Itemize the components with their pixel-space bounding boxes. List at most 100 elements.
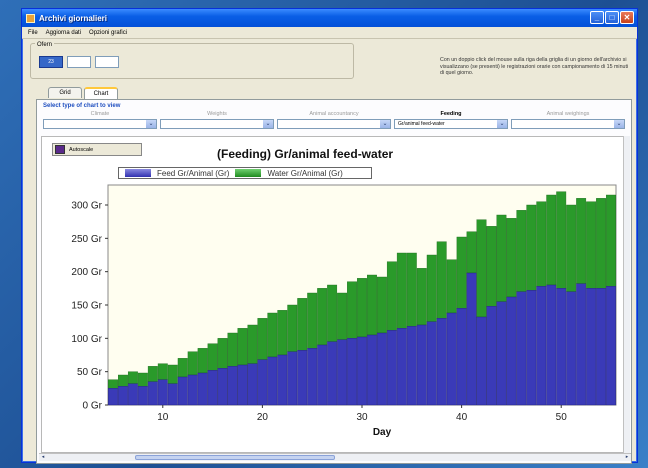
selector-caption: Animal accountancy (309, 111, 359, 117)
feed-bar (606, 286, 616, 406)
legend-label-feed: Feed Gr/Animal (Gr) (157, 168, 230, 178)
feed-bar (227, 366, 238, 406)
water-bar (386, 261, 397, 331)
feed-bar (277, 354, 288, 406)
autoscale-button[interactable]: Autoscale (52, 143, 142, 156)
feed-bar (386, 330, 397, 406)
selector-dropdown[interactable]: ⌄ (43, 119, 157, 129)
feed-bar (207, 370, 218, 406)
feed-bar (127, 383, 138, 406)
chevron-down-icon[interactable]: ⌄ (380, 120, 390, 128)
water-bar (446, 259, 457, 314)
filter-combo-2[interactable] (67, 56, 91, 68)
chevron-down-icon[interactable]: ⌄ (263, 120, 273, 128)
selector-dropdown[interactable]: Gr/animal feed-water ⌄ (394, 119, 508, 129)
menu-chart-options[interactable]: Opzioni grafici (89, 30, 127, 36)
selector-dropdown[interactable]: ⌄ (277, 119, 391, 129)
chevron-down-icon[interactable]: ⌄ (146, 120, 156, 128)
feed-bar (556, 288, 567, 406)
water-bar (426, 254, 437, 322)
water-bar (496, 214, 507, 302)
maximize-button[interactable]: □ (605, 11, 619, 24)
water-bar (546, 194, 557, 286)
filter-combo-3[interactable] (95, 56, 119, 68)
feed-bar (466, 272, 477, 406)
water-bar (277, 310, 288, 356)
chart-type-label: Select type of chart to view (43, 103, 121, 109)
filter-group: Ofern 23 (30, 42, 354, 79)
water-bar (466, 231, 477, 274)
x-tick-label: 10 (157, 412, 169, 423)
chevron-down-icon[interactable]: ⌄ (497, 120, 507, 128)
water-bar (147, 366, 158, 382)
feed-bar (426, 321, 437, 406)
feed-bar (347, 338, 357, 406)
y-tick-label: 0 Gr (83, 401, 103, 412)
feed-bar (367, 334, 377, 406)
feed-bar (167, 383, 178, 406)
menu-update-data[interactable]: Aggiorna dati (46, 30, 81, 36)
scroll-left-icon[interactable]: ◂ (39, 454, 47, 461)
y-tick-label: 150 Gr (71, 301, 102, 312)
water-bar (486, 226, 497, 307)
water-bar (576, 198, 587, 284)
water-bar (177, 358, 188, 378)
feed-bar (456, 308, 467, 406)
water-bar (137, 372, 148, 387)
water-bar (556, 191, 567, 289)
x-tick-label: 30 (356, 412, 368, 423)
chevron-down-icon[interactable]: ⌄ (614, 120, 624, 128)
water-bar (516, 210, 527, 292)
title-bar[interactable]: Archivi giornalieri _ □ ✕ (22, 9, 637, 27)
water-bar (127, 371, 138, 384)
water-bar (108, 379, 118, 389)
feed-bar (147, 381, 158, 406)
y-tick-label: 200 Gr (71, 267, 102, 278)
water-bar (157, 363, 168, 380)
feed-bar (516, 291, 527, 406)
filter-combo-1[interactable]: 23 (39, 56, 63, 68)
water-bar (476, 219, 487, 318)
info-text: Con un doppio click del mouse sulla riga… (440, 57, 629, 76)
feed-bar (416, 324, 427, 406)
water-bar (207, 343, 218, 371)
chart-type-selectors: Climate ⌄ Weights ⌄ Animal accountancy ⌄… (43, 110, 627, 132)
menu-bar: File Aggiorna dati Opzioni grafici (22, 27, 637, 39)
selector-dropdown[interactable]: ⌄ (511, 119, 625, 129)
minimize-button[interactable]: _ (590, 11, 604, 24)
scroll-thumb[interactable] (135, 455, 335, 460)
y-tick-label: 100 Gr (71, 334, 102, 345)
legend-swatch-water (235, 169, 262, 177)
feed-bar (576, 283, 587, 406)
water-bar (337, 292, 348, 340)
water-bar (586, 201, 597, 289)
scroll-right-icon[interactable]: ▸ (623, 454, 631, 461)
water-bar (317, 288, 328, 346)
water-bar (436, 241, 447, 319)
tab-chart[interactable]: Chart (84, 87, 118, 99)
water-bar (217, 338, 228, 369)
feed-bar (317, 344, 328, 406)
selector-animal-accountancy: Animal accountancy ⌄ (277, 110, 391, 129)
selector-dropdown[interactable]: ⌄ (160, 119, 274, 129)
vertical-scrollbar[interactable] (623, 136, 630, 454)
menu-file[interactable]: File (28, 30, 38, 36)
autoscale-icon (55, 145, 65, 154)
filter-group-label: Ofern (35, 42, 55, 48)
x-tick-label: 20 (257, 412, 269, 423)
feed-bar (566, 291, 577, 406)
feed-bar (396, 328, 407, 406)
water-bar (247, 324, 258, 364)
water-bar (347, 281, 357, 339)
feed-bar (337, 339, 348, 406)
horizontal-scrollbar[interactable]: ◂ ▸ (39, 453, 631, 461)
feeding-chart: 0 Gr 50 Gr 100 Gr 150 Gr 200 Gr 250 Gr 300 Gr 1… (71, 184, 617, 438)
feed-bar (506, 296, 517, 406)
water-bar (396, 252, 407, 329)
selector-weights: Weights ⌄ (160, 110, 274, 129)
selector-caption: Weights (207, 111, 227, 117)
selector-feeding: Feeding Gr/animal feed-water ⌄ (394, 110, 508, 129)
close-button[interactable]: ✕ (620, 11, 634, 24)
tab-grid[interactable]: Grid (48, 87, 82, 98)
feed-bar (257, 359, 268, 406)
